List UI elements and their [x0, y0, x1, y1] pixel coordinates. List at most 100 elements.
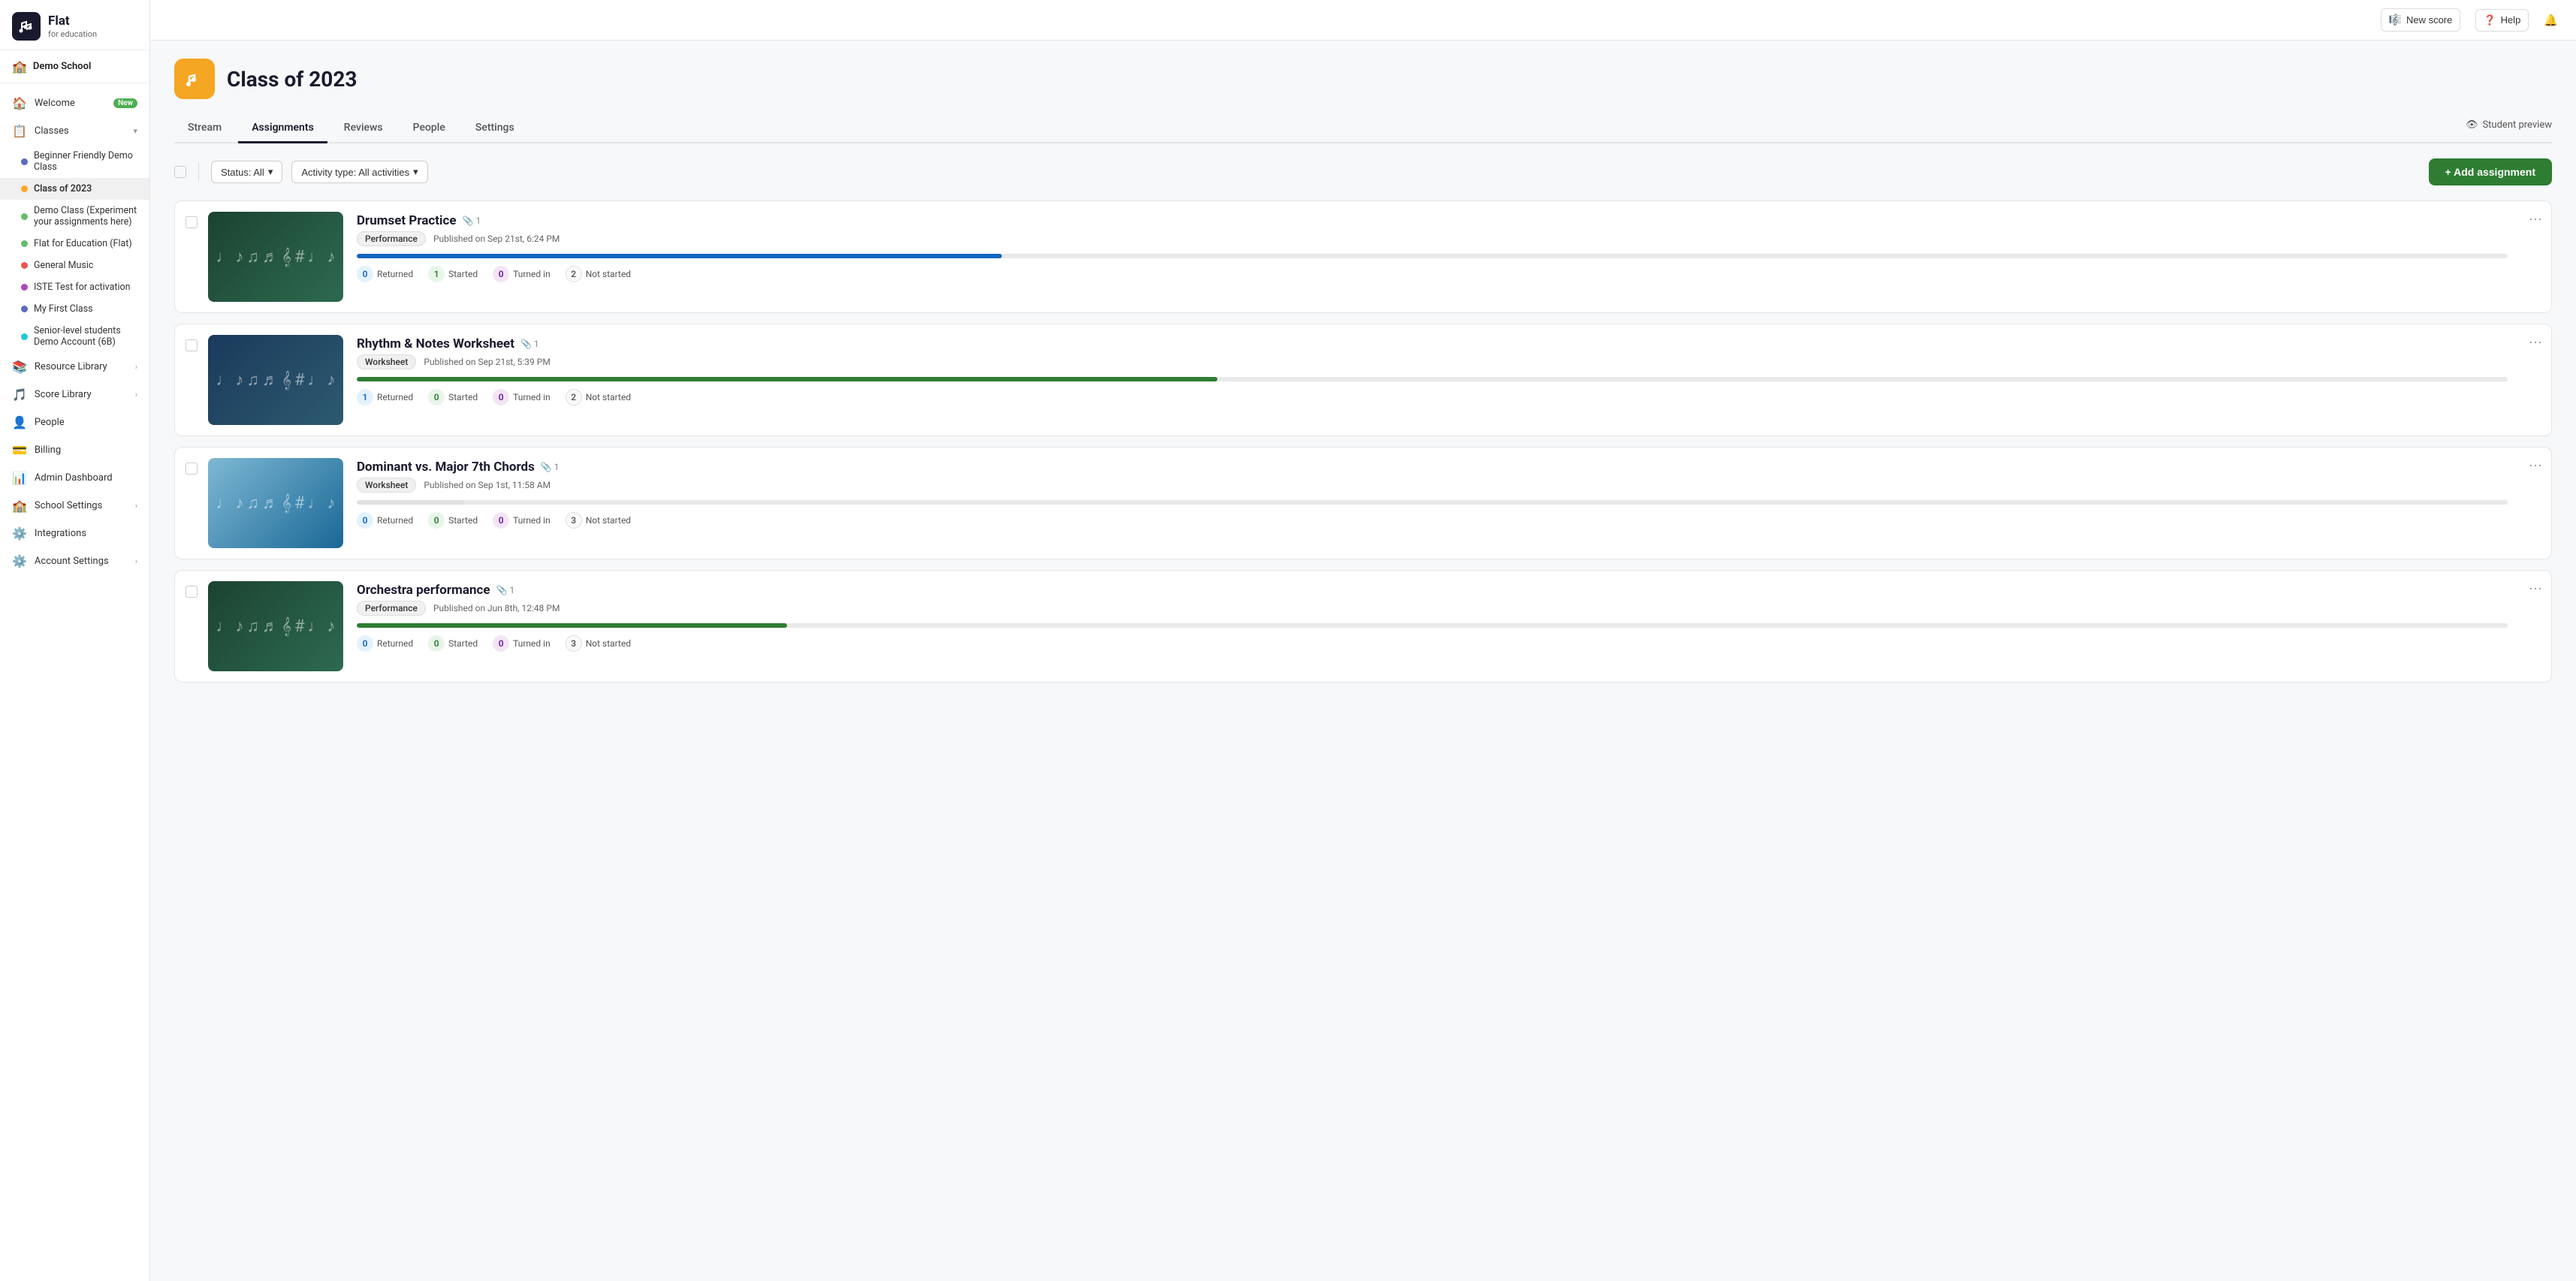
sidebar-item-people[interactable]: 👤 People — [0, 408, 149, 436]
more-options-button[interactable]: ⋯ — [2520, 448, 2551, 484]
sidebar-item-integrations[interactable]: ⚙️ Integrations — [0, 520, 149, 547]
card-checkbox[interactable] — [175, 571, 208, 613]
sidebar-item-school-settings[interactable]: 🏫 School Settings › — [0, 492, 149, 520]
chevron-right-icon: › — [135, 362, 137, 372]
class-item-demo[interactable]: Demo Class (Experiment your assignments … — [0, 200, 149, 233]
stat-label: Turned in — [513, 392, 550, 402]
attach-num: 1 — [534, 339, 539, 349]
sidebar-item-account-settings[interactable]: ⚙️ Account Settings › — [0, 547, 149, 575]
paperclip-icon: 📎 — [520, 339, 532, 349]
sidebar-item-billing[interactable]: 💳 Billing — [0, 436, 149, 464]
class-item-flat[interactable]: Flat for Education (Flat) — [0, 233, 149, 255]
assignment-type-badge: Performance — [357, 601, 426, 616]
row-checkbox[interactable] — [186, 339, 198, 351]
assignment-title[interactable]: Dominant vs. Major 7th Chords — [357, 460, 535, 475]
select-all-checkbox[interactable] — [174, 166, 186, 178]
class-item-myfirst[interactable]: My First Class — [0, 298, 149, 320]
sidebar-item-welcome[interactable]: 🏠 Welcome New — [0, 89, 149, 117]
card-checkbox[interactable] — [175, 201, 208, 243]
tab-assignments[interactable]: Assignments — [238, 114, 327, 143]
assignment-card: ♩♪♫♬𝄞#♩♪ Dominant vs. Major 7th Chords 📎… — [174, 447, 2552, 559]
stat-item: 1 Returned — [357, 389, 413, 405]
assignment-title[interactable]: Drumset Practice — [357, 213, 457, 228]
card-checkbox[interactable] — [175, 448, 208, 490]
nav-label-account: Account Settings — [35, 556, 128, 567]
class-item-general[interactable]: General Music — [0, 255, 149, 276]
nav-label-school-settings: School Settings — [35, 500, 128, 511]
assignment-title[interactable]: Rhythm & Notes Worksheet — [357, 336, 514, 351]
class-dot — [21, 213, 28, 220]
resource-icon: 📚 — [12, 360, 27, 374]
assignment-thumbnail: ♩♪♫♬𝄞#♩♪ — [208, 335, 343, 425]
paperclip-icon: 📎 — [496, 585, 508, 595]
school-name[interactable]: 🏫 Demo School — [0, 50, 149, 83]
thumbnail-image: ♩♪♫♬𝄞#♩♪ — [208, 335, 343, 425]
nav-label-billing: Billing — [35, 445, 137, 456]
help-button[interactable]: ❓ Help — [2475, 9, 2529, 32]
meta-row: Worksheet Published on Sep 1st, 11:58 AM — [357, 478, 2508, 493]
stat-item: 0 Started — [428, 512, 478, 529]
stat-item: 0 Returned — [357, 512, 413, 529]
sidebar-item-classes[interactable]: 📋 Classes ▾ — [0, 117, 149, 145]
stat-value: 0 — [357, 266, 373, 282]
stat-label: Not started — [586, 269, 631, 279]
stat-value: 2 — [566, 389, 582, 405]
progress-bar — [357, 254, 1002, 258]
tab-settings[interactable]: Settings — [462, 114, 528, 143]
tab-reviews[interactable]: Reviews — [330, 114, 397, 143]
row-checkbox[interactable] — [186, 463, 198, 475]
stat-item: 0 Turned in — [493, 266, 550, 282]
page-content: Class of 2023 Stream Assignments Reviews… — [150, 41, 2576, 1281]
people-icon: 👤 — [12, 415, 27, 430]
title-row: Drumset Practice 📎 1 — [357, 213, 2508, 228]
chevron-right-icon-4: › — [135, 556, 137, 566]
progress-bar-container — [357, 377, 2508, 381]
assignment-card: ♩♪♫♬𝄞#♩♪ Drumset Practice 📎 1 Performanc… — [174, 200, 2552, 313]
stat-label: Started — [448, 392, 478, 402]
stat-item: 0 Turned in — [493, 635, 550, 652]
meta-row: Performance Published on Jun 8th, 12:48 … — [357, 601, 2508, 616]
sidebar-item-score-library[interactable]: 🎵 Score Library › — [0, 381, 149, 408]
thumbnail-image: ♩♪♫♬𝄞#♩♪ — [208, 212, 343, 302]
home-icon: 🏠 — [12, 96, 27, 110]
stat-item: 0 Turned in — [493, 512, 550, 529]
stat-item: 3 Not started — [566, 512, 631, 529]
class-item-senior[interactable]: Senior-level students Demo Account (6B) — [0, 320, 149, 353]
topbar: 🎼 New score ❓ Help 🔔 — [150, 0, 2576, 41]
thumbnail-image: ♩♪♫♬𝄞#♩♪ — [208, 581, 343, 671]
status-filter-button[interactable]: Status: All ▾ — [211, 161, 282, 183]
stat-value: 0 — [428, 635, 445, 652]
nav-label-integrations: Integrations — [35, 528, 137, 539]
assignment-card: ♩♪♫♬𝄞#♩♪ Orchestra performance 📎 1 Perfo… — [174, 570, 2552, 683]
toolbar-separator — [198, 163, 199, 181]
new-score-button[interactable]: 🎼 New score — [2381, 8, 2461, 32]
activity-type-filter-button[interactable]: Activity type: All activities ▾ — [291, 161, 427, 183]
sidebar: Flat for education 🏫 Demo School 🏠 Welco… — [0, 0, 150, 1281]
title-row: Dominant vs. Major 7th Chords 📎 1 — [357, 460, 2508, 475]
sidebar-item-resource-library[interactable]: 📚 Resource Library › — [0, 353, 149, 381]
notification-bell-icon[interactable]: 🔔 — [2544, 14, 2558, 27]
row-checkbox[interactable] — [186, 586, 198, 598]
tab-stream[interactable]: Stream — [174, 114, 235, 143]
stat-item: 1 Started — [428, 266, 478, 282]
more-options-button[interactable]: ⋯ — [2520, 201, 2551, 238]
card-checkbox[interactable] — [175, 324, 208, 366]
class-item-beginner[interactable]: Beginner Friendly Demo Class — [0, 145, 149, 178]
class-item-2023[interactable]: Class of 2023 — [0, 178, 149, 200]
class-dot — [21, 306, 28, 312]
tab-people[interactable]: People — [400, 114, 459, 143]
more-options-button[interactable]: ⋯ — [2520, 324, 2551, 361]
add-assignment-button[interactable]: + Add assignment — [2429, 158, 2552, 185]
music-decoration: ♩♪♫♬𝄞#♩♪ — [208, 212, 343, 302]
student-preview-button[interactable]: 👁 Student preview — [2466, 119, 2552, 137]
sidebar-item-admin-dashboard[interactable]: 📊 Admin Dashboard — [0, 464, 149, 492]
more-options-button[interactable]: ⋯ — [2520, 571, 2551, 607]
stat-value: 1 — [428, 266, 445, 282]
stat-label: Returned — [377, 515, 413, 526]
stat-value: 0 — [428, 389, 445, 405]
row-checkbox[interactable] — [186, 216, 198, 228]
stat-item: 2 Not started — [566, 389, 631, 405]
stat-label: Returned — [377, 392, 413, 402]
class-item-iste[interactable]: ISTE Test for activation — [0, 276, 149, 298]
assignment-title[interactable]: Orchestra performance — [357, 583, 490, 598]
